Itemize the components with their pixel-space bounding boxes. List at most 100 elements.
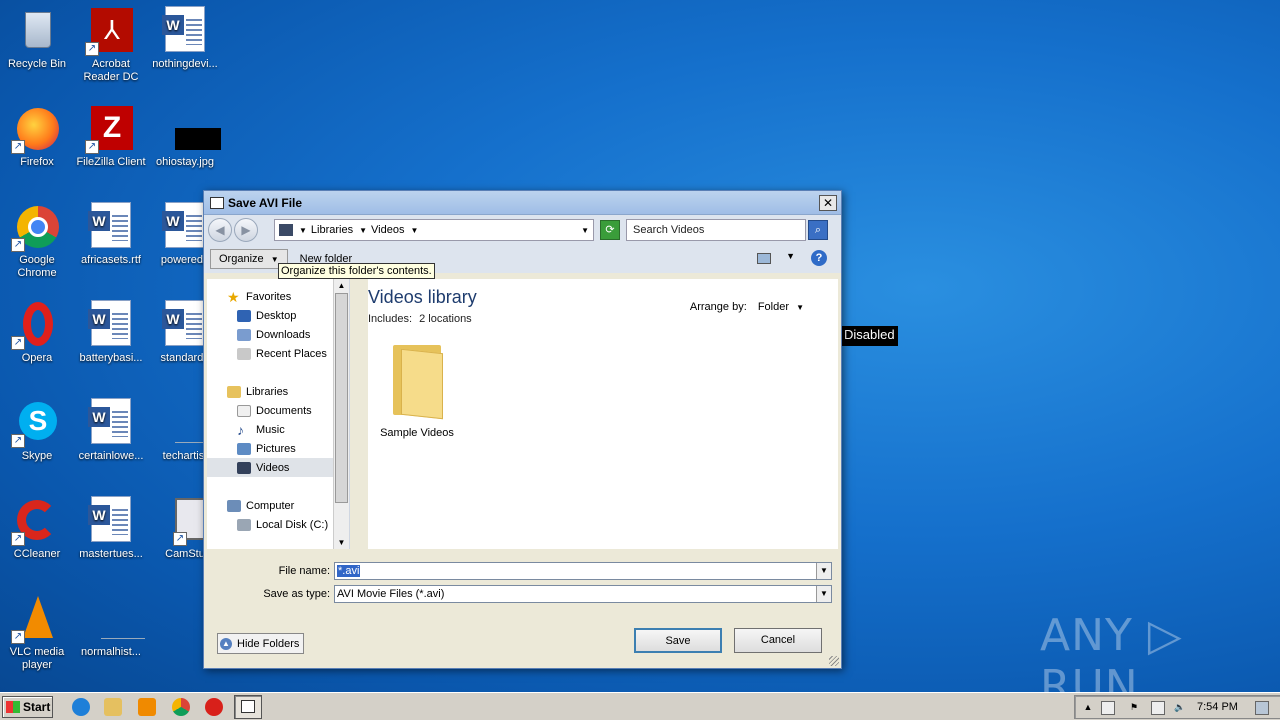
folder-icon (387, 339, 447, 420)
hide-folders-button[interactable]: ▲ Hide Folders (217, 633, 305, 654)
resize-grip-icon[interactable] (829, 656, 839, 666)
desktop-icon-opera[interactable]: ↗ Opera (0, 300, 74, 365)
breadcrumb-videos[interactable]: Videos (371, 224, 404, 236)
nav-desktop[interactable]: Desktop (207, 306, 349, 325)
documents-icon (237, 404, 251, 417)
media-player-icon[interactable] (138, 698, 156, 716)
shortcut-arrow-icon: ↗ (11, 140, 25, 154)
scroll-up-icon[interactable]: ▲ (335, 279, 348, 292)
search-icon[interactable]: ⌕ (808, 220, 828, 240)
breadcrumb[interactable]: ▼ Libraries ▼ Videos ▼ ▼ (274, 219, 594, 241)
shortcut-arrow-icon: ↗ (11, 238, 25, 252)
film-strip-icon (237, 461, 251, 474)
arrange-by-dropdown[interactable]: Folder ▼ (758, 301, 804, 313)
clock[interactable]: 7:54 PM (1197, 701, 1238, 713)
word-document-icon (87, 202, 135, 250)
chevron-down-icon[interactable]: ▼ (410, 226, 418, 235)
nav-recent-places[interactable]: Recent Places (207, 344, 349, 363)
nav-local-disk[interactable]: Local Disk (C:) (207, 515, 349, 534)
nav-libraries[interactable]: Libraries (207, 382, 349, 401)
scroll-down-icon[interactable]: ▼ (335, 536, 348, 549)
help-icon[interactable]: ? (811, 250, 827, 266)
save-as-type-select[interactable]: AVI Movie Files (*.avi) ▼ (334, 585, 832, 603)
chevron-up-icon: ▲ (220, 637, 232, 650)
chevron-down-icon[interactable]: ▼ (816, 563, 831, 579)
desktop-icon-firefox[interactable]: ↗ Firefox (0, 104, 74, 169)
nav-videos[interactable]: Videos (207, 458, 349, 477)
volume-icon[interactable]: 🔈 (1173, 701, 1187, 715)
flag-icon[interactable]: ⚑ (1127, 701, 1141, 715)
file-name-input[interactable]: *.avi ▼ (334, 562, 832, 580)
desktop-icon-vlc[interactable]: ↗ VLC media player (0, 594, 74, 672)
nav-pictures[interactable]: Pictures (207, 439, 349, 458)
chevron-down-icon: ▼ (796, 303, 804, 312)
nav-music[interactable]: ♪ Music (207, 420, 349, 439)
chevron-down-icon[interactable]: ▼ (816, 586, 831, 602)
nav-label: Computer (246, 499, 295, 512)
desktop-icon-acrobat-reader[interactable]: ⅄ ↗ Acrobat Reader DC (74, 6, 148, 84)
save-button[interactable]: Save (634, 628, 722, 653)
includes-locations-link[interactable]: 2 locations (419, 313, 472, 325)
internet-explorer-icon[interactable] (72, 698, 90, 716)
view-options-dropdown-icon[interactable]: ▼ (786, 251, 795, 261)
chevron-down-icon[interactable]: ▼ (299, 226, 307, 235)
desktop-icon-africasets[interactable]: africasets.rtf (74, 202, 148, 267)
nav-label: Documents (256, 404, 312, 417)
network-icon[interactable] (1151, 701, 1165, 715)
desktop-icon-filezilla[interactable]: Z ↗ FileZilla Client (74, 104, 148, 169)
file-name-row: File name: *.avi ▼ (214, 562, 832, 580)
nav-favorites[interactable]: ★ Favorites (207, 287, 349, 306)
acrobat-icon: ⅄ ↗ (85, 6, 135, 56)
desktop-icon-label: Acrobat (92, 58, 130, 70)
organize-button[interactable]: Organize ▼ (210, 249, 288, 269)
desktop-icon-mastertues[interactable]: mastertues... (74, 496, 148, 561)
desktop-icon-ohiostay[interactable]: ohiostay.jpg (148, 104, 222, 169)
forward-button[interactable]: ▶ (234, 218, 258, 242)
tray-expand-icon[interactable]: ▲ (1081, 701, 1095, 715)
desktop-icon-label: mastertues... (79, 548, 143, 560)
window-app-icon (210, 196, 224, 209)
desktop-icon-google-chrome[interactable]: ↗ Google Chrome (0, 202, 74, 280)
show-desktop-icon[interactable] (1255, 701, 1269, 715)
desktop-icon-batterybasi[interactable]: batterybasi... (74, 300, 148, 365)
action-center-icon[interactable] (1101, 701, 1115, 715)
includes-label: Includes: (368, 313, 413, 325)
desktop-icon-nothingdevi[interactable]: nothingdevi... (148, 6, 222, 71)
cancel-button[interactable]: Cancel (734, 628, 822, 653)
folder-item-sample-videos[interactable]: Sample Videos (376, 339, 458, 439)
chevron-down-icon[interactable]: ▼ (359, 226, 367, 235)
nav-scrollbar[interactable]: ▲ ▼ (333, 279, 349, 549)
desktop-icon-ccleaner[interactable]: ↗ CCleaner (0, 496, 74, 561)
nav-label: Pictures (256, 442, 296, 455)
nav-downloads[interactable]: Downloads (207, 325, 349, 344)
scrollbar-thumb[interactable] (335, 293, 348, 503)
refresh-button[interactable]: ⟳ (600, 220, 620, 240)
desktop-icon-recycle-bin[interactable]: Recycle Bin (0, 6, 74, 71)
shortcut-arrow-icon: ↗ (173, 532, 187, 546)
desktop-icon-normalhist[interactable]: normalhist... (74, 594, 148, 659)
desktop-icon-certainlowe[interactable]: certainlowe... (74, 398, 148, 463)
back-button[interactable]: ◀ (208, 218, 232, 242)
chrome-icon: ↗ (11, 202, 61, 252)
shortcut-arrow-icon: ↗ (11, 630, 25, 644)
dialog-titlebar[interactable]: Save AVI File ✕ (204, 191, 841, 215)
dialog-body: ★ Favorites Desktop Downloads Recent Pla… (207, 279, 838, 549)
address-dropdown-icon[interactable]: ▼ (581, 226, 589, 235)
desktop-icon-skype[interactable]: S ↗ Skype (0, 398, 74, 463)
desktop-icon-label: Reader DC (83, 71, 139, 83)
start-button[interactable]: Start (2, 696, 53, 718)
close-button[interactable]: ✕ (819, 195, 837, 211)
library-includes: Includes: 2 locations (368, 313, 472, 325)
nav-documents[interactable]: Documents (207, 401, 349, 420)
opera-taskbar-icon[interactable] (205, 698, 223, 716)
arrange-by-value: Folder (757, 301, 790, 313)
file-explorer-icon[interactable] (104, 698, 122, 716)
nav-computer[interactable]: Computer (207, 496, 349, 515)
chrome-taskbar-icon[interactable] (172, 698, 190, 716)
libraries-icon (227, 385, 241, 398)
shortcut-arrow-icon: ↗ (11, 434, 25, 448)
taskbar-save-dialog-button[interactable] (234, 695, 262, 719)
change-view-icon[interactable] (757, 253, 771, 264)
search-input[interactable]: Search Videos (626, 219, 806, 241)
breadcrumb-libraries[interactable]: Libraries (311, 224, 353, 236)
